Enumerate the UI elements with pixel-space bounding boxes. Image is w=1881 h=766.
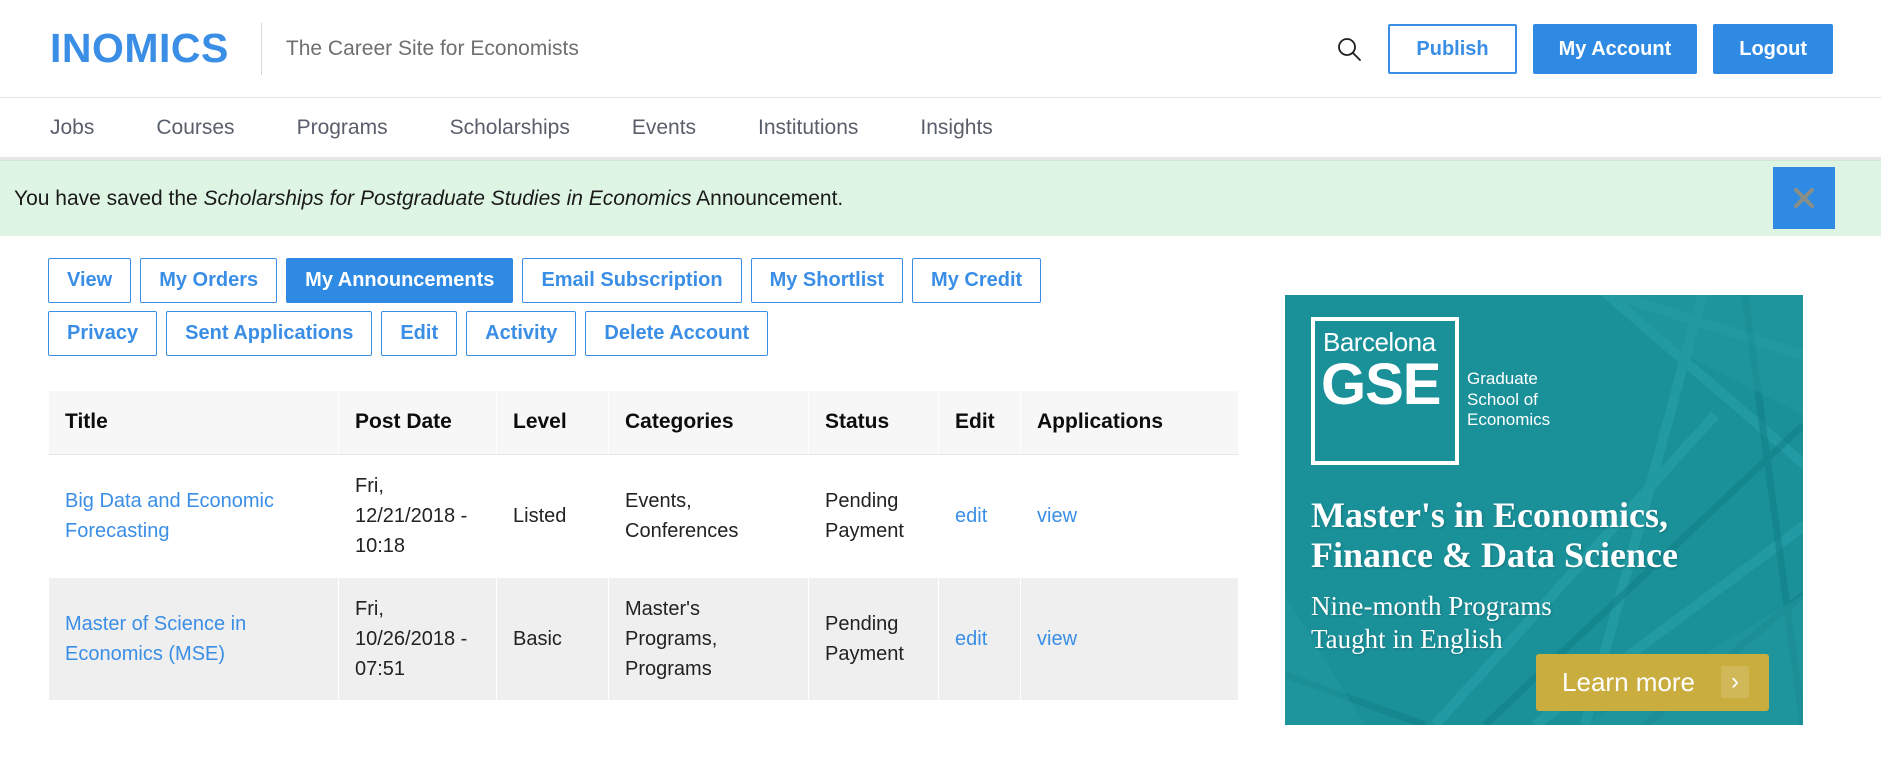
status-message-text: You have saved the Scholarships for Post…: [14, 185, 843, 212]
gse-logo-abbr: GSE: [1321, 352, 1442, 417]
cell-post-date: Fri, 10/26/2018 - 07:51: [338, 577, 497, 701]
cell-status: Pending Payment: [808, 454, 939, 578]
nav-item-jobs[interactable]: Jobs: [50, 116, 94, 140]
logout-button[interactable]: Logout: [1713, 23, 1833, 74]
cell-level: Basic: [496, 577, 609, 701]
cell-edit: edit: [938, 454, 1021, 578]
ad-subheadline: Nine-month Programs Taught in English: [1311, 590, 1803, 658]
cell-title: Big Data and Economic Forecasting: [48, 454, 339, 578]
status-message-banner: You have saved the Scholarships for Post…: [0, 160, 1881, 236]
learn-more-button[interactable]: Learn more ›: [1536, 654, 1769, 711]
tab-email-subscription[interactable]: Email Subscription: [522, 258, 742, 303]
brand-divider: [260, 22, 262, 75]
cell-level: Listed: [496, 454, 609, 578]
account-tab-bar: View My Orders My Announcements Email Su…: [48, 258, 1148, 356]
nav-item-institutions[interactable]: Institutions: [758, 116, 858, 140]
nav-item-scholarships[interactable]: Scholarships: [450, 116, 570, 140]
tab-my-credit[interactable]: My Credit: [912, 258, 1042, 303]
search-icon[interactable]: [1326, 26, 1372, 72]
ad-headline-line1-bold: Economics,: [1492, 495, 1668, 535]
cell-post-date: Fri, 12/21/2018 - 10:18: [338, 454, 497, 578]
tab-my-orders[interactable]: My Orders: [140, 258, 278, 303]
table-body: Big Data and Economic Forecasting Fri, 1…: [48, 454, 1239, 701]
table-row: Big Data and Economic Forecasting Fri, 1…: [48, 454, 1239, 578]
ad-subline-1: Nine-month Programs: [1311, 590, 1552, 621]
cell-title: Master of Science in Economics (MSE): [48, 577, 339, 701]
table-header: Title Post Date Level Categories Status …: [48, 390, 1239, 455]
tab-privacy[interactable]: Privacy: [48, 311, 158, 356]
announcements-table: Title Post Date Level Categories Status …: [48, 390, 1239, 701]
column-header-level: Level: [496, 390, 609, 455]
table-header-row: Title Post Date Level Categories Status …: [48, 390, 1239, 455]
nav-item-events[interactable]: Events: [632, 116, 696, 140]
ad-headline: Master's in Economics, Finance & Data Sc…: [1311, 495, 1803, 576]
gse-logo-subtitle: Graduate School of Economics: [1467, 369, 1551, 430]
status-message-prefix: You have saved the: [14, 186, 204, 210]
tab-delete-account[interactable]: Delete Account: [585, 311, 769, 356]
tab-my-shortlist[interactable]: My Shortlist: [750, 258, 904, 303]
status-message-emphasis: Scholarships for Postgraduate Studies in…: [203, 186, 692, 210]
site-tagline: The Career Site for Economists: [285, 36, 579, 60]
site-header: INOMICS The Career Site for Economists P…: [0, 0, 1881, 98]
tab-edit[interactable]: Edit: [381, 311, 458, 356]
advertisement-banner[interactable]: Barcelona GSE Graduate School of Economi…: [1285, 295, 1803, 725]
main-navigation: Jobs Courses Programs Scholarships Event…: [0, 98, 1881, 160]
nav-item-insights[interactable]: Insights: [920, 116, 992, 140]
cell-applications: view: [1020, 454, 1239, 578]
ad-subline-2: Taught in English: [1311, 624, 1503, 655]
column-header-post-date: Post Date: [338, 390, 497, 455]
cell-categories: Master's Programs, Programs: [608, 577, 809, 701]
header-actions: Publish My Account Logout: [1326, 23, 1833, 74]
close-icon[interactable]: [1773, 167, 1835, 229]
status-message-suffix: Announcement.: [691, 186, 844, 210]
column-header-status: Status: [808, 390, 939, 455]
my-account-button[interactable]: My Account: [1532, 23, 1698, 74]
edit-link[interactable]: edit: [955, 505, 987, 527]
chevron-right-icon: ›: [1721, 666, 1749, 698]
view-applications-link[interactable]: view: [1037, 505, 1077, 527]
tab-view[interactable]: View: [48, 258, 132, 303]
cell-categories: Events, Conferences: [608, 454, 809, 578]
nav-item-courses[interactable]: Courses: [156, 116, 234, 140]
brand-wrap: INOMICS The Career Site for Economists: [50, 22, 579, 75]
edit-link[interactable]: edit: [955, 628, 987, 650]
view-applications-link[interactable]: view: [1037, 628, 1077, 650]
tab-sent-applications[interactable]: Sent Applications: [166, 311, 373, 356]
cell-applications: view: [1020, 577, 1239, 701]
main-content-column: View My Orders My Announcements Email Su…: [48, 258, 1243, 701]
ad-headline-line1-light: Master's in: [1311, 495, 1493, 535]
ad-content: Barcelona GSE Graduate School of Economi…: [1285, 295, 1803, 725]
cell-edit: edit: [938, 577, 1021, 701]
column-header-categories: Categories: [608, 390, 809, 455]
nav-item-programs[interactable]: Programs: [297, 116, 388, 140]
column-header-title: Title: [48, 390, 339, 455]
page-body: View My Orders My Announcements Email Su…: [0, 236, 1881, 725]
column-header-edit: Edit: [938, 390, 1021, 455]
cell-status: Pending Payment: [808, 577, 939, 701]
gse-logo: Barcelona GSE: [1311, 317, 1459, 465]
tab-my-announcements[interactable]: My Announcements: [286, 258, 514, 303]
site-logo[interactable]: INOMICS: [50, 25, 229, 72]
publish-button[interactable]: Publish: [1388, 23, 1517, 74]
learn-more-label: Learn more: [1562, 666, 1695, 697]
ad-headline-line2: Finance & Data Science: [1311, 535, 1678, 576]
column-header-applications: Applications: [1020, 390, 1239, 455]
tab-activity[interactable]: Activity: [466, 311, 577, 356]
table-row: Master of Science in Economics (MSE) Fri…: [48, 577, 1239, 701]
announcement-title-link[interactable]: Big Data and Economic Forecasting: [65, 490, 274, 542]
announcement-title-link[interactable]: Master of Science in Economics (MSE): [65, 613, 246, 665]
sidebar-column: Barcelona GSE Graduate School of Economi…: [1243, 258, 1833, 725]
